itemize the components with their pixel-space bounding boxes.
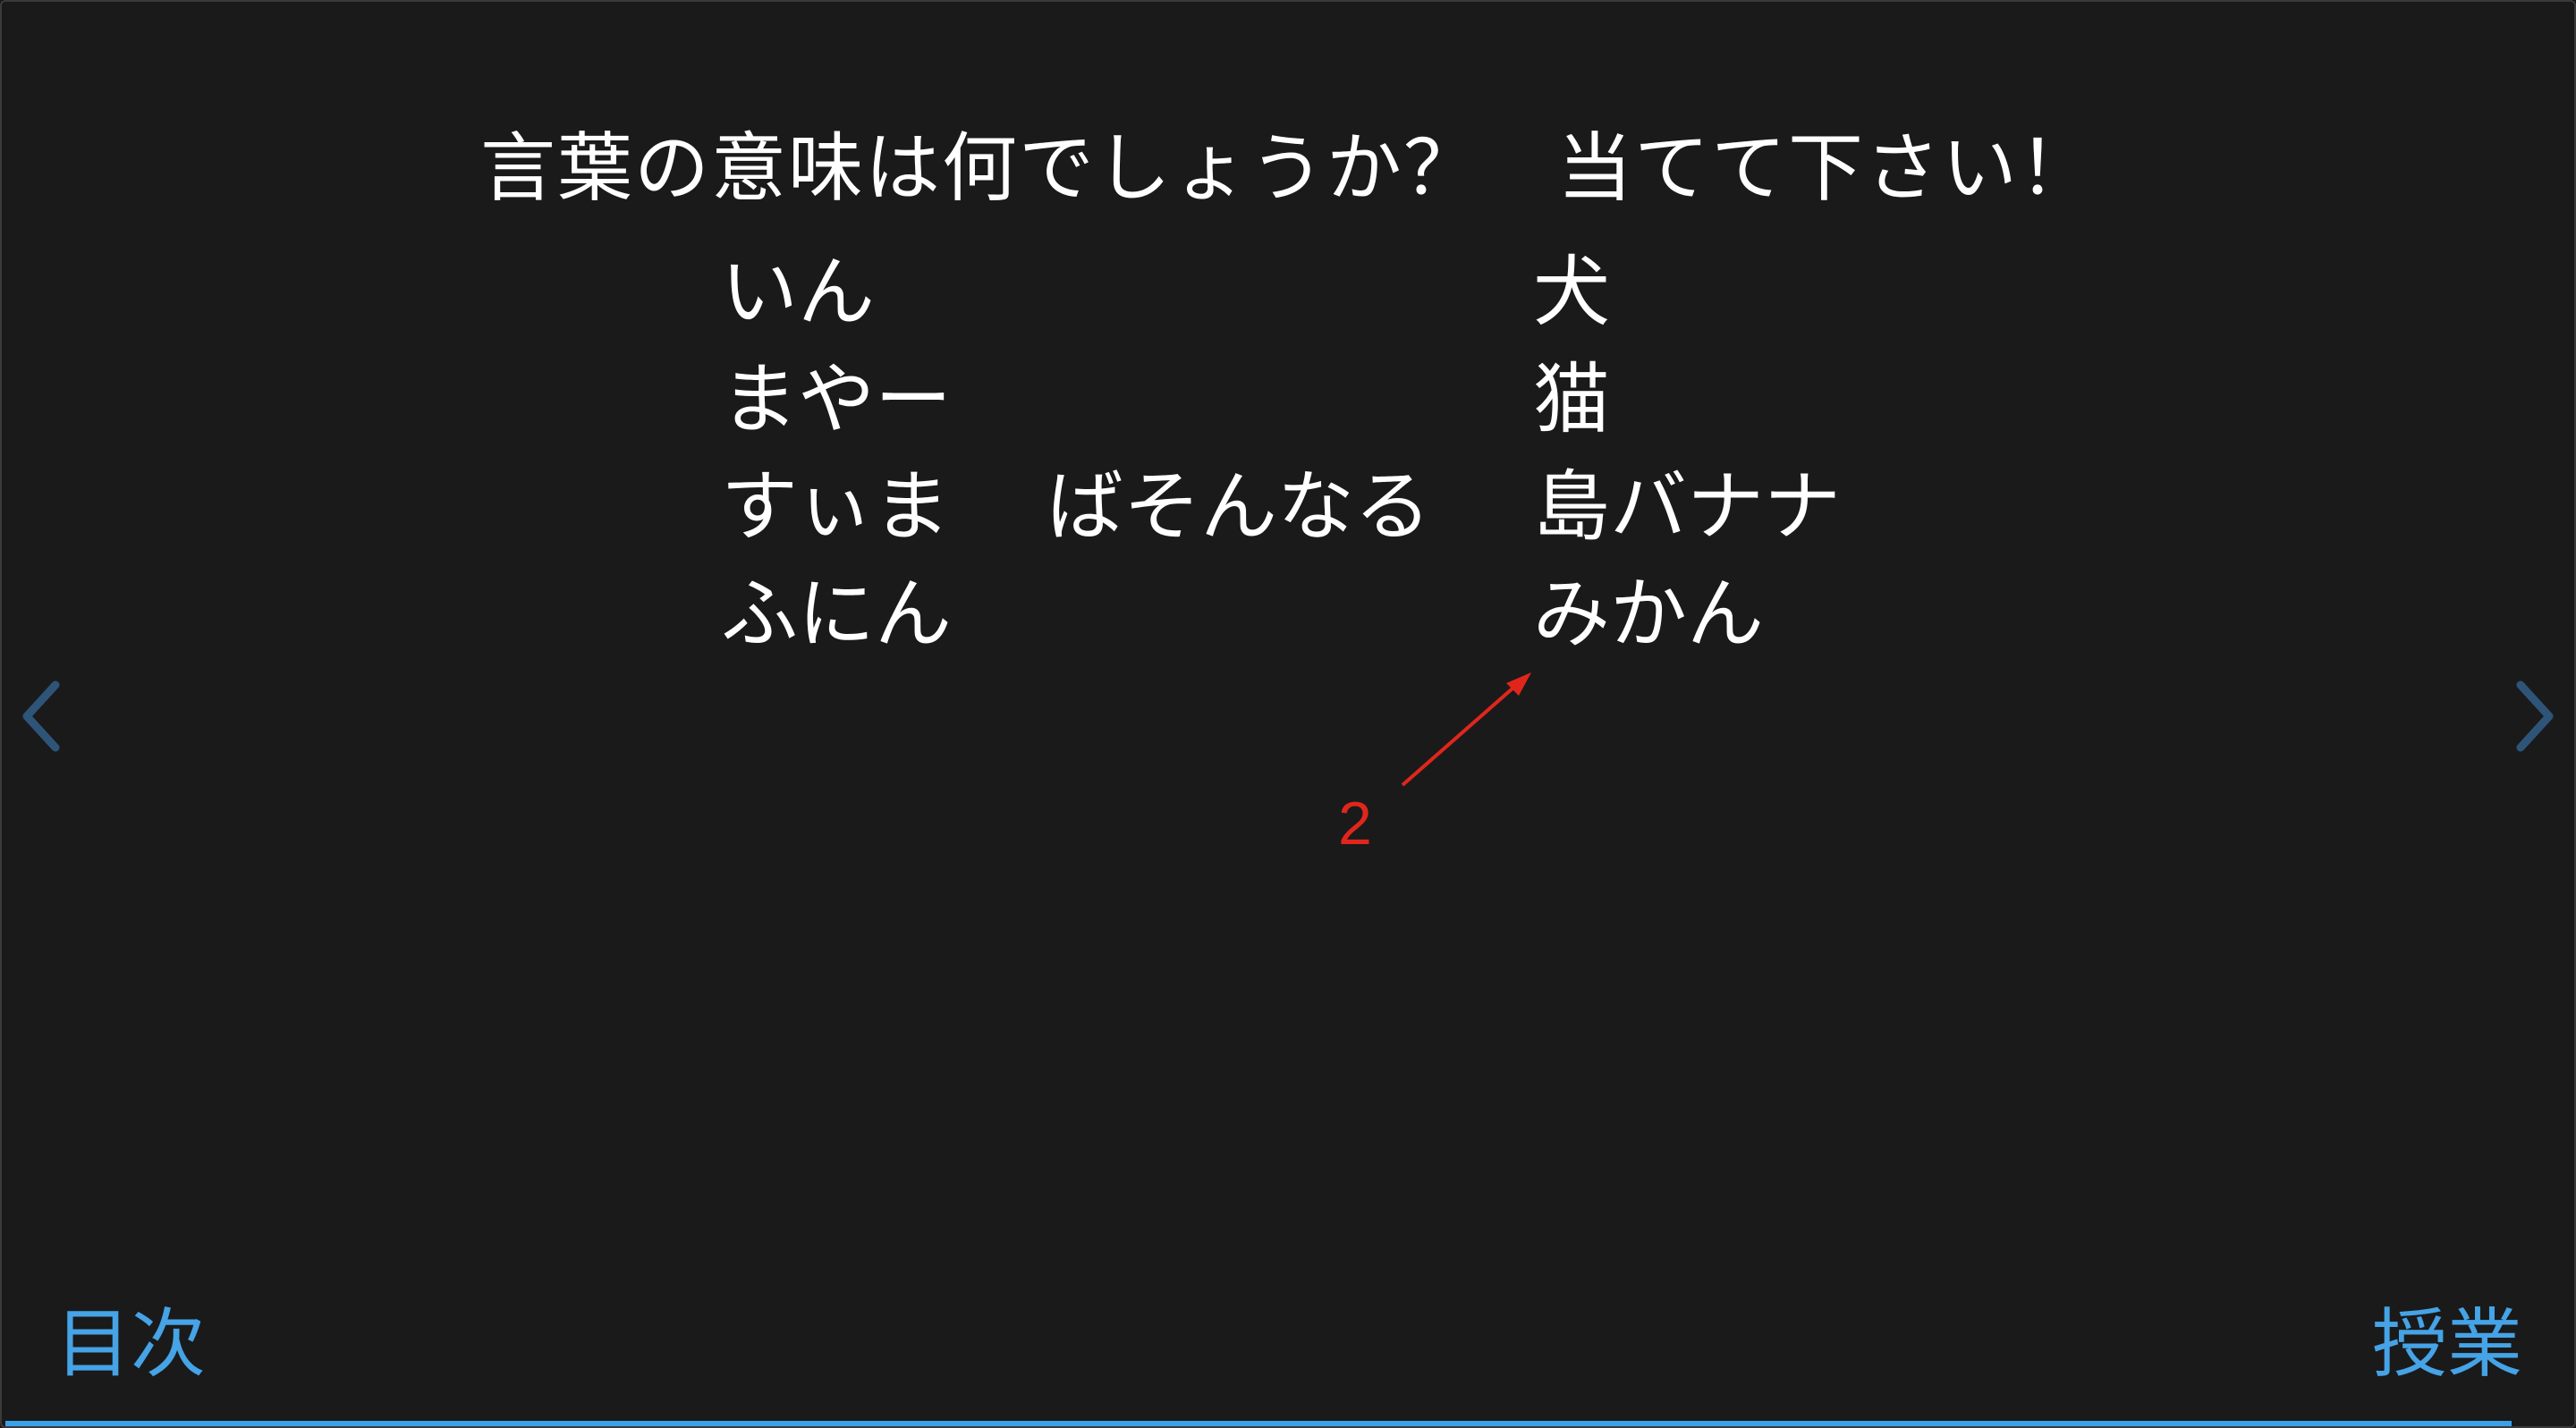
next-slide-button[interactable] bbox=[2508, 676, 2562, 756]
right-word-1: 犬 bbox=[1533, 248, 1610, 337]
annotation-number: 2 bbox=[1338, 790, 1372, 858]
middle-word: ばそんなる bbox=[1046, 462, 1431, 552]
annotation-arrow-icon bbox=[1401, 672, 1531, 787]
lesson-link[interactable]: 授業 bbox=[2372, 1295, 2522, 1393]
progress-bar bbox=[5, 1421, 2571, 1426]
toc-link[interactable]: 目次 bbox=[55, 1295, 206, 1393]
progress-fill bbox=[5, 1421, 2512, 1426]
chevron-left-icon bbox=[22, 680, 60, 752]
slide-title: 言葉の意味は何でしょうか？ 当てて下さい！ bbox=[479, 124, 2096, 212]
right-word-3: 島バナナ bbox=[1533, 462, 1841, 552]
right-word-4: みかん bbox=[1533, 570, 1764, 659]
chevron-right-icon bbox=[2516, 680, 2554, 752]
left-word-2: まやー bbox=[721, 355, 952, 444]
left-word-4: ふにん bbox=[721, 570, 952, 659]
prev-slide-button[interactable] bbox=[14, 676, 68, 756]
left-word-1: いん bbox=[721, 248, 875, 337]
right-word-2: 猫 bbox=[1533, 355, 1610, 444]
left-word-3: すぃま bbox=[721, 462, 951, 552]
